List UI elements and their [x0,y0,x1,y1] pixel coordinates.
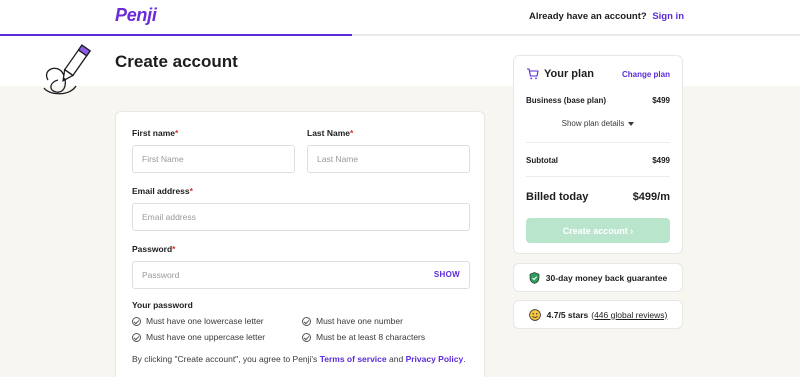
password-field: SHOW [132,261,470,289]
caret-down-icon [628,121,635,126]
terms-of-service-link[interactable]: Terms of service [320,354,387,364]
guarantee-text: 30-day money back guarantee [545,272,668,283]
password-requirements-title: Your password [132,300,193,310]
top-bar: Penji Already have an account? Sign in [0,0,800,36]
required-mark: * [350,128,354,138]
plan-summary-card: Your plan Change plan Business (base pla… [513,55,683,254]
billed-today-row: Billed today $499/m [526,191,670,203]
penji-logo[interactable]: Penji [115,5,157,26]
terms-notice: By clicking "Create account", you agree … [132,354,466,364]
show-plan-details-label: Show plan details [561,119,625,128]
base-plan-name: Business (base plan) [526,96,607,105]
divider [526,142,670,143]
first-name-label: First name* [132,128,178,138]
email-label-text: Email address [132,186,190,196]
privacy-policy-link[interactable]: Privacy Policy [406,354,464,364]
global-reviews-link[interactable]: (446 global reviews) [591,310,667,320]
check-circle-icon [302,332,311,342]
check-circle-icon [132,316,141,326]
show-plan-details-toggle[interactable]: Show plan details [514,119,682,128]
change-plan-link[interactable]: Change plan [622,70,670,79]
divider [526,176,670,177]
requirement-text: Must have one number [316,316,403,326]
base-plan-row: Business (base plan) $499 [526,96,670,105]
guarantee-badge: 30-day money back guarantee [513,263,683,292]
last-name-label: Last Name* [307,128,353,138]
last-name-label-text: Last Name [307,128,350,138]
required-mark: * [175,128,179,138]
rating-text: 4.7/5 stars [546,309,589,320]
password-label-text: Password [132,244,173,254]
subtotal-label: Subtotal [526,156,558,165]
signup-form-card: First name* Last Name* Email address* Pa… [115,111,485,377]
subtotal-value: $499 [652,156,670,165]
terms-prefix: By clicking "Create account", you agree … [132,354,318,364]
show-password-button[interactable]: SHOW [434,270,460,279]
first-name-label-text: First name [132,128,175,138]
requirement-text: Must have one lowercase letter [146,316,264,326]
required-mark: * [172,244,176,254]
email-label: Email address* [132,186,193,196]
check-circle-icon [302,316,311,326]
password-label: Password* [132,244,175,254]
account-prompt-text: Already have an account? [528,11,647,22]
email-input[interactable] [132,203,470,231]
check-circle-icon [132,332,141,342]
billed-today-label: Billed today [526,191,589,203]
requirement-text: Must have one uppercase letter [146,332,266,342]
page-title: Create account [115,52,238,71]
requirement-item: Must have one uppercase letter [132,332,265,342]
subtotal-row: Subtotal $499 [526,156,670,165]
plan-title: Your plan [544,68,594,80]
password-input[interactable] [132,261,470,289]
requirement-item: Must have one number [302,316,403,326]
requirement-item: Must have one lowercase letter [132,316,264,326]
shield-check-icon [529,271,540,284]
requirement-item: Must be at least 8 characters [302,332,425,342]
sign-in-link[interactable]: Sign in [652,11,684,22]
create-account-button[interactable]: Create account › [526,218,670,243]
cart-icon [527,68,539,80]
last-name-input[interactable] [307,145,470,173]
first-name-input[interactable] [132,145,295,173]
pencil-mascot-icon [43,44,92,95]
requirement-text: Must be at least 8 characters [316,332,426,342]
base-plan-price: $499 [652,96,670,105]
required-mark: * [189,186,193,196]
signin-prompt: Already have an account? Sign in [529,11,684,22]
terms-and: and [389,354,404,364]
rating-badge: 4.7/5 stars (446 global reviews) [513,300,683,329]
smiley-face-icon [528,308,541,321]
billed-today-value: $499/m [632,191,670,203]
terms-suffix: . [463,354,466,364]
